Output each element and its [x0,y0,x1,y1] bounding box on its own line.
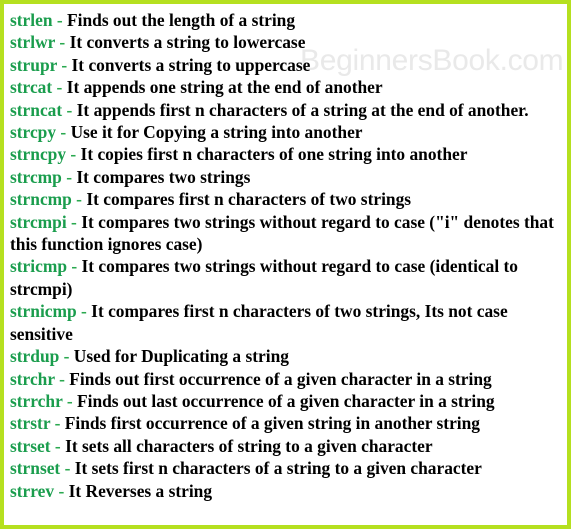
function-description: It compares two strings without regard t… [10,256,518,299]
function-name: strcat [10,77,53,98]
separator-dash: - [62,99,77,120]
separator-dash: - [54,368,70,389]
function-description: It compares first n characters of two st… [86,189,412,210]
function-description: It appends one string at the end of anot… [66,77,383,98]
list-item: strcpy - Use it for Copying a string int… [10,121,563,143]
list-item: strnicmp - It compares first n character… [10,300,563,345]
function-description: Used for Duplicating a string [73,346,289,367]
separator-dash: - [76,301,92,322]
list-item: stricmp - It compares two strings withou… [10,255,563,300]
function-name: strupr [10,54,58,75]
separator-dash: - [50,435,66,456]
function-name: strrchr [10,390,63,411]
separator-dash: - [66,211,82,232]
function-description: It converts a string to lowercase [69,32,306,53]
function-name: strdup [10,346,60,367]
function-name: strset [10,435,51,456]
separator-dash: - [57,54,72,75]
function-description: It sets first n characters of a string t… [74,458,482,479]
function-name: strncmp [10,189,72,210]
list-item: strncpy - It copies first n characters o… [10,143,563,165]
separator-dash: - [61,166,77,187]
list-item: strncmp - It compares first n characters… [10,188,563,210]
list-item: strrev - It Reverses a string [10,480,563,502]
function-name: strstr [10,413,51,434]
list-item: strlen - Finds out the length of a strin… [10,9,563,31]
separator-dash: - [52,10,68,30]
separator-dash: - [55,32,70,53]
function-description: It compares two strings without regard t… [10,211,554,255]
list-item: strstr - Finds first occurrence of a giv… [10,412,563,434]
list-item: strcmp - It compares two strings [10,166,563,188]
function-description: It compares two strings [76,166,251,187]
string-functions-reference-card: BeginnersBook.com strlen - Finds out the… [0,0,571,529]
function-name: strrev [10,480,55,501]
list-item: strncat - It appends first n characters … [10,99,563,121]
separator-dash: - [50,413,65,434]
function-description: Finds out the length of a string [67,10,296,30]
function-name: strlwr [10,32,56,53]
separator-dash: - [56,122,71,143]
function-name: strncat [10,99,63,120]
function-name: strnicmp [10,301,77,322]
function-name: strlen [10,10,53,30]
function-description: It sets all characters of string to a gi… [65,435,433,456]
function-name: stricmp [10,256,67,277]
separator-dash: - [52,77,67,98]
separator-dash: - [66,144,81,165]
function-description: It copies first n characters of one stri… [80,144,468,165]
list-item: strnset - It sets first n characters of … [10,457,563,479]
function-description: It Reverses a string [68,480,213,501]
separator-dash: - [62,390,77,411]
function-description: Finds first occurrence of a given string… [64,413,481,434]
function-list: strlen - Finds out the length of a strin… [4,4,567,502]
function-name: strcmpi [10,211,67,232]
list-item: strcat - It appends one string at the en… [10,76,563,98]
separator-dash: - [54,480,69,501]
function-description: Finds out first occurrence of a given ch… [69,368,492,389]
function-name: strnset [10,458,61,479]
list-item: strset - It sets all characters of strin… [10,435,563,457]
function-name: strcmp [10,166,62,187]
list-item: strdup - Used for Duplicating a string [10,345,563,367]
function-name: strcpy [10,122,57,143]
separator-dash: - [71,189,87,210]
function-description: Finds out last occurrence of a given cha… [76,390,495,411]
function-description: It converts a string to uppercase [71,54,311,75]
function-description: Use it for Copying a string into another [70,122,363,143]
separator-dash: - [60,458,75,479]
function-name: strchr [10,368,55,389]
list-item: strlwr - It converts a string to lowerca… [10,31,563,53]
separator-dash: - [59,346,74,367]
function-description: It appends first n characters of a strin… [76,99,529,120]
separator-dash: - [67,256,82,277]
list-item: strcmpi - It compares two strings withou… [10,211,563,256]
list-item: strchr - Finds out first occurrence of a… [10,368,563,390]
list-item: strupr - It converts a string to upperca… [10,54,563,76]
function-name: strncpy [10,144,67,165]
list-item: strrchr - Finds out last occurrence of a… [10,390,563,412]
